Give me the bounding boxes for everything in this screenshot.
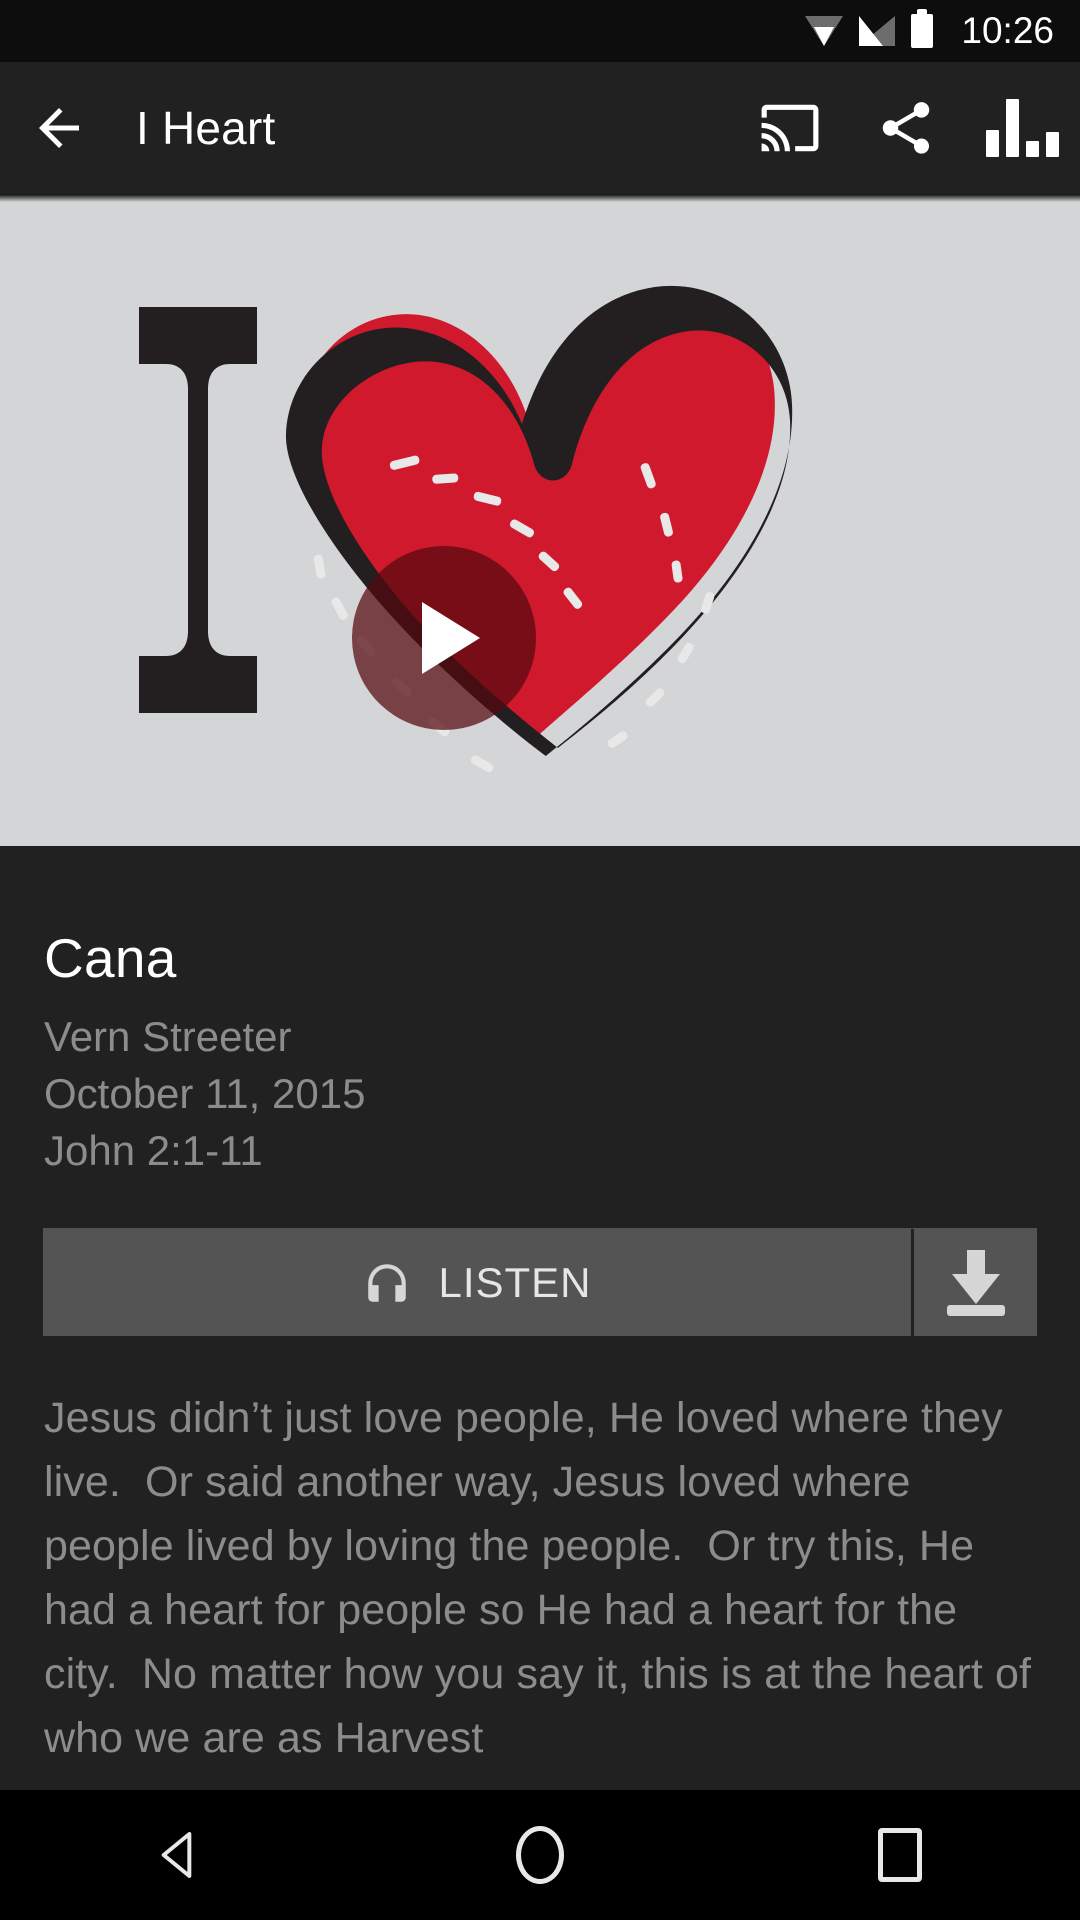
status-clock: 10:26 bbox=[961, 10, 1054, 51]
nav-back-icon bbox=[161, 1832, 192, 1878]
back-button[interactable] bbox=[0, 62, 118, 194]
bar-chart-icon bbox=[985, 99, 1059, 157]
stats-button[interactable] bbox=[964, 62, 1080, 194]
nav-home-button[interactable] bbox=[450, 1790, 630, 1920]
system-nav-bar bbox=[0, 1790, 1080, 1920]
nav-home-icon bbox=[516, 1826, 564, 1884]
app-toolbar: I Heart bbox=[0, 62, 1080, 194]
sermon-title: Cana bbox=[44, 927, 177, 989]
nav-recents-icon bbox=[878, 1828, 922, 1882]
hero-artwork[interactable] bbox=[0, 194, 1080, 846]
sermon-description: Jesus didn’t just love people, He loved … bbox=[44, 1394, 1044, 1762]
status-bar: 10:26 bbox=[0, 0, 1080, 62]
sermon-meta: Vern Streeter October 11, 2015 John 2:1-… bbox=[44, 1008, 1080, 1179]
signal-icon bbox=[859, 16, 896, 46]
logo-letter-i bbox=[139, 307, 257, 713]
back-arrow-icon bbox=[39, 108, 79, 148]
sermon-scripture: John 2:1-11 bbox=[44, 1127, 263, 1174]
action-bar: LISTEN bbox=[43, 1228, 1037, 1336]
download-icon bbox=[945, 1249, 1007, 1316]
play-icon bbox=[422, 602, 480, 674]
cast-icon bbox=[761, 104, 819, 152]
cast-button[interactable] bbox=[732, 62, 848, 194]
listen-label: LISTEN bbox=[438, 1258, 592, 1306]
share-button[interactable] bbox=[848, 62, 964, 194]
headphones-icon bbox=[368, 1263, 407, 1302]
sermon-speaker: Vern Streeter bbox=[44, 1013, 292, 1060]
play-button[interactable] bbox=[352, 546, 536, 730]
listen-button[interactable]: LISTEN bbox=[43, 1229, 914, 1336]
download-button[interactable] bbox=[914, 1229, 1037, 1336]
i-heart-logo bbox=[139, 285, 793, 773]
wifi-icon bbox=[805, 16, 844, 46]
status-icons: 10:26 bbox=[805, 9, 1054, 52]
battery-icon bbox=[911, 9, 934, 48]
nav-recents-button[interactable] bbox=[810, 1790, 990, 1920]
app-screen: 10:26 I Heart Cana Vern Streeter October… bbox=[0, 0, 1080, 1920]
nav-back-button[interactable] bbox=[90, 1790, 270, 1920]
sermon-date: October 11, 2015 bbox=[44, 1070, 366, 1117]
sermon-details: Cana Vern Streeter October 11, 2015 John… bbox=[0, 846, 1080, 1790]
share-icon bbox=[882, 102, 930, 154]
page-title: I Heart bbox=[136, 102, 276, 154]
